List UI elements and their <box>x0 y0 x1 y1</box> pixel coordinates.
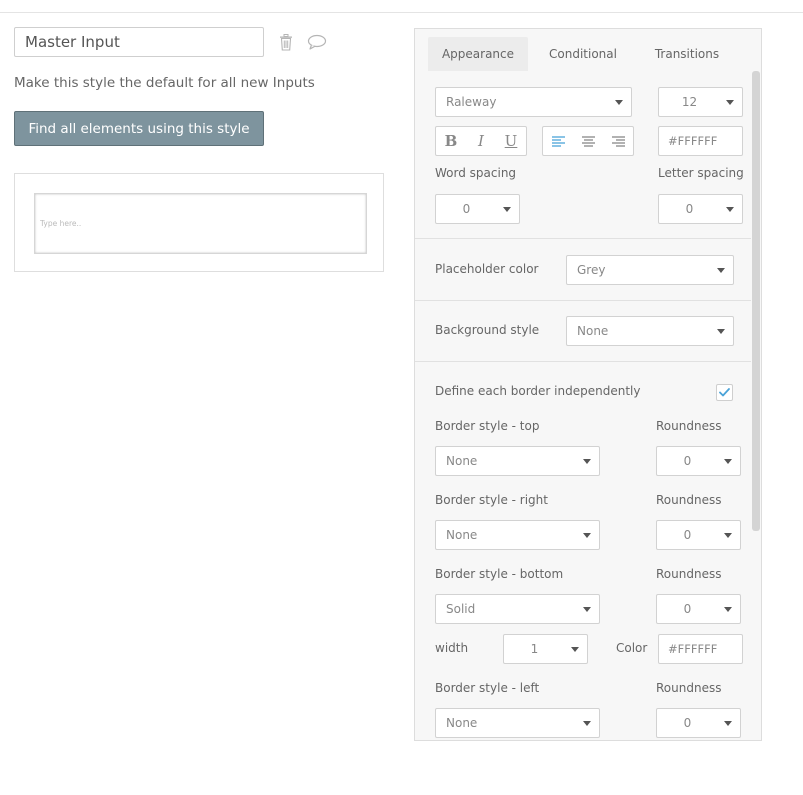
background-style-label: Background style <box>435 323 540 337</box>
bold-button[interactable]: B <box>436 127 466 155</box>
border-bottom-style-dropdown[interactable]: Solid <box>435 594 600 624</box>
top-divider <box>0 12 803 13</box>
placeholder-color-label: Placeholder color <box>435 262 539 276</box>
border-right-label: Border style - right <box>435 493 548 507</box>
placeholder-section: Placeholder color Grey <box>415 239 751 301</box>
panel-scrollbar[interactable] <box>752 71 760 531</box>
align-left-icon[interactable] <box>543 127 573 155</box>
preview-input[interactable] <box>34 193 367 254</box>
roundness-label: Roundness <box>656 419 722 433</box>
border-left-roundness-dropdown[interactable]: 0 <box>656 708 741 738</box>
chevron-down-icon <box>724 533 732 538</box>
independent-borders-checkbox[interactable] <box>716 384 733 401</box>
border-right-roundness-dropdown[interactable]: 0 <box>656 520 741 550</box>
placeholder-color-dropdown[interactable]: Grey <box>566 255 734 285</box>
border-top-style-dropdown[interactable]: None <box>435 446 600 476</box>
chevron-down-icon <box>503 207 511 212</box>
independent-borders-label: Define each border independently <box>435 384 641 398</box>
trash-icon[interactable] <box>277 32 295 52</box>
comment-icon[interactable] <box>306 32 328 52</box>
style-editor-panel: Appearance Conditional Transitions Ralew… <box>414 28 762 741</box>
font-family-dropdown[interactable]: Raleway <box>435 87 632 117</box>
border-left-style-dropdown[interactable]: None <box>435 708 600 738</box>
chevron-down-icon <box>583 607 591 612</box>
border-bottom-color-input[interactable] <box>658 634 743 664</box>
check-icon <box>719 388 730 397</box>
chevron-down-icon <box>717 268 725 273</box>
border-color-label: Color <box>616 641 648 655</box>
word-spacing-label: Word spacing <box>435 166 517 180</box>
find-elements-button[interactable]: Find all elements using this style <box>14 111 264 146</box>
border-top-label: Border style - top <box>435 419 540 433</box>
tab-transitions[interactable]: Transitions <box>645 37 729 71</box>
chevron-down-icon <box>717 329 725 334</box>
tab-appearance[interactable]: Appearance <box>428 37 528 71</box>
border-width-label: width <box>435 641 469 655</box>
chevron-down-icon <box>726 100 734 105</box>
chevron-down-icon <box>726 207 734 212</box>
roundness-label: Roundness <box>656 493 722 507</box>
font-size-dropdown[interactable]: 12 <box>658 87 743 117</box>
font-section: Raleway 12 B I U Word spacing Letter spa… <box>415 71 751 239</box>
font-color-input[interactable] <box>658 126 743 156</box>
background-style-dropdown[interactable]: None <box>566 316 734 346</box>
letter-spacing-dropdown[interactable]: 0 <box>658 194 743 224</box>
chevron-down-icon <box>571 647 579 652</box>
chevron-down-icon <box>583 721 591 726</box>
chevron-down-icon <box>583 533 591 538</box>
chevron-down-icon <box>615 100 623 105</box>
text-format-group: B I U <box>435 126 527 156</box>
chevron-down-icon <box>583 459 591 464</box>
align-right-icon[interactable] <box>603 127 633 155</box>
style-preview <box>14 173 384 272</box>
underline-button[interactable]: U <box>496 127 526 155</box>
background-section: Background style None <box>415 301 751 362</box>
border-bottom-label: Border style - bottom <box>435 567 564 581</box>
roundness-label: Roundness <box>656 567 722 581</box>
chevron-down-icon <box>724 607 732 612</box>
border-right-style-dropdown[interactable]: None <box>435 520 600 550</box>
text-align-group <box>542 126 634 156</box>
border-top-roundness-dropdown[interactable]: 0 <box>656 446 741 476</box>
tab-bar: Appearance Conditional Transitions <box>415 29 761 71</box>
tab-conditional[interactable]: Conditional <box>541 37 625 71</box>
style-name-input[interactable] <box>14 27 264 57</box>
italic-button[interactable]: I <box>466 127 496 155</box>
align-center-icon[interactable] <box>573 127 603 155</box>
letter-spacing-label: Letter spacing <box>658 166 744 180</box>
border-section: Define each border independently Border … <box>415 362 751 740</box>
word-spacing-dropdown[interactable]: 0 <box>435 194 520 224</box>
chevron-down-icon <box>724 721 732 726</box>
border-left-label: Border style - left <box>435 681 540 695</box>
default-style-text[interactable]: Make this style the default for all new … <box>14 75 315 91</box>
border-bottom-roundness-dropdown[interactable]: 0 <box>656 594 741 624</box>
roundness-label: Roundness <box>656 681 722 695</box>
border-bottom-width-dropdown[interactable]: 1 <box>503 634 588 664</box>
chevron-down-icon <box>724 459 732 464</box>
